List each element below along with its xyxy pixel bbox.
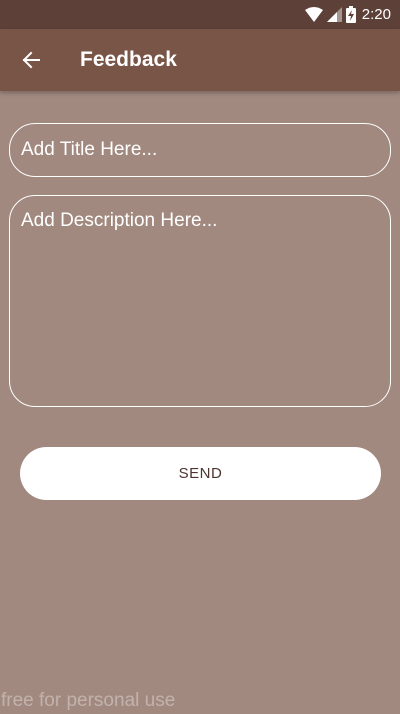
send-button[interactable]: SEND [20,447,381,500]
title-input[interactable] [9,123,391,177]
app-bar: Feedback [0,29,400,91]
battery-charging-icon [345,6,356,23]
status-bar: 2:20 [0,0,400,29]
signal-icon [326,7,342,22]
status-icons [304,6,356,23]
description-input[interactable] [9,195,391,407]
wifi-icon [304,7,323,22]
watermark-text: free for personal use [1,690,176,711]
page-title: Feedback [80,48,177,71]
status-time: 2:20 [361,6,391,23]
back-button[interactable] [0,29,62,91]
arrow-left-icon [22,51,40,69]
